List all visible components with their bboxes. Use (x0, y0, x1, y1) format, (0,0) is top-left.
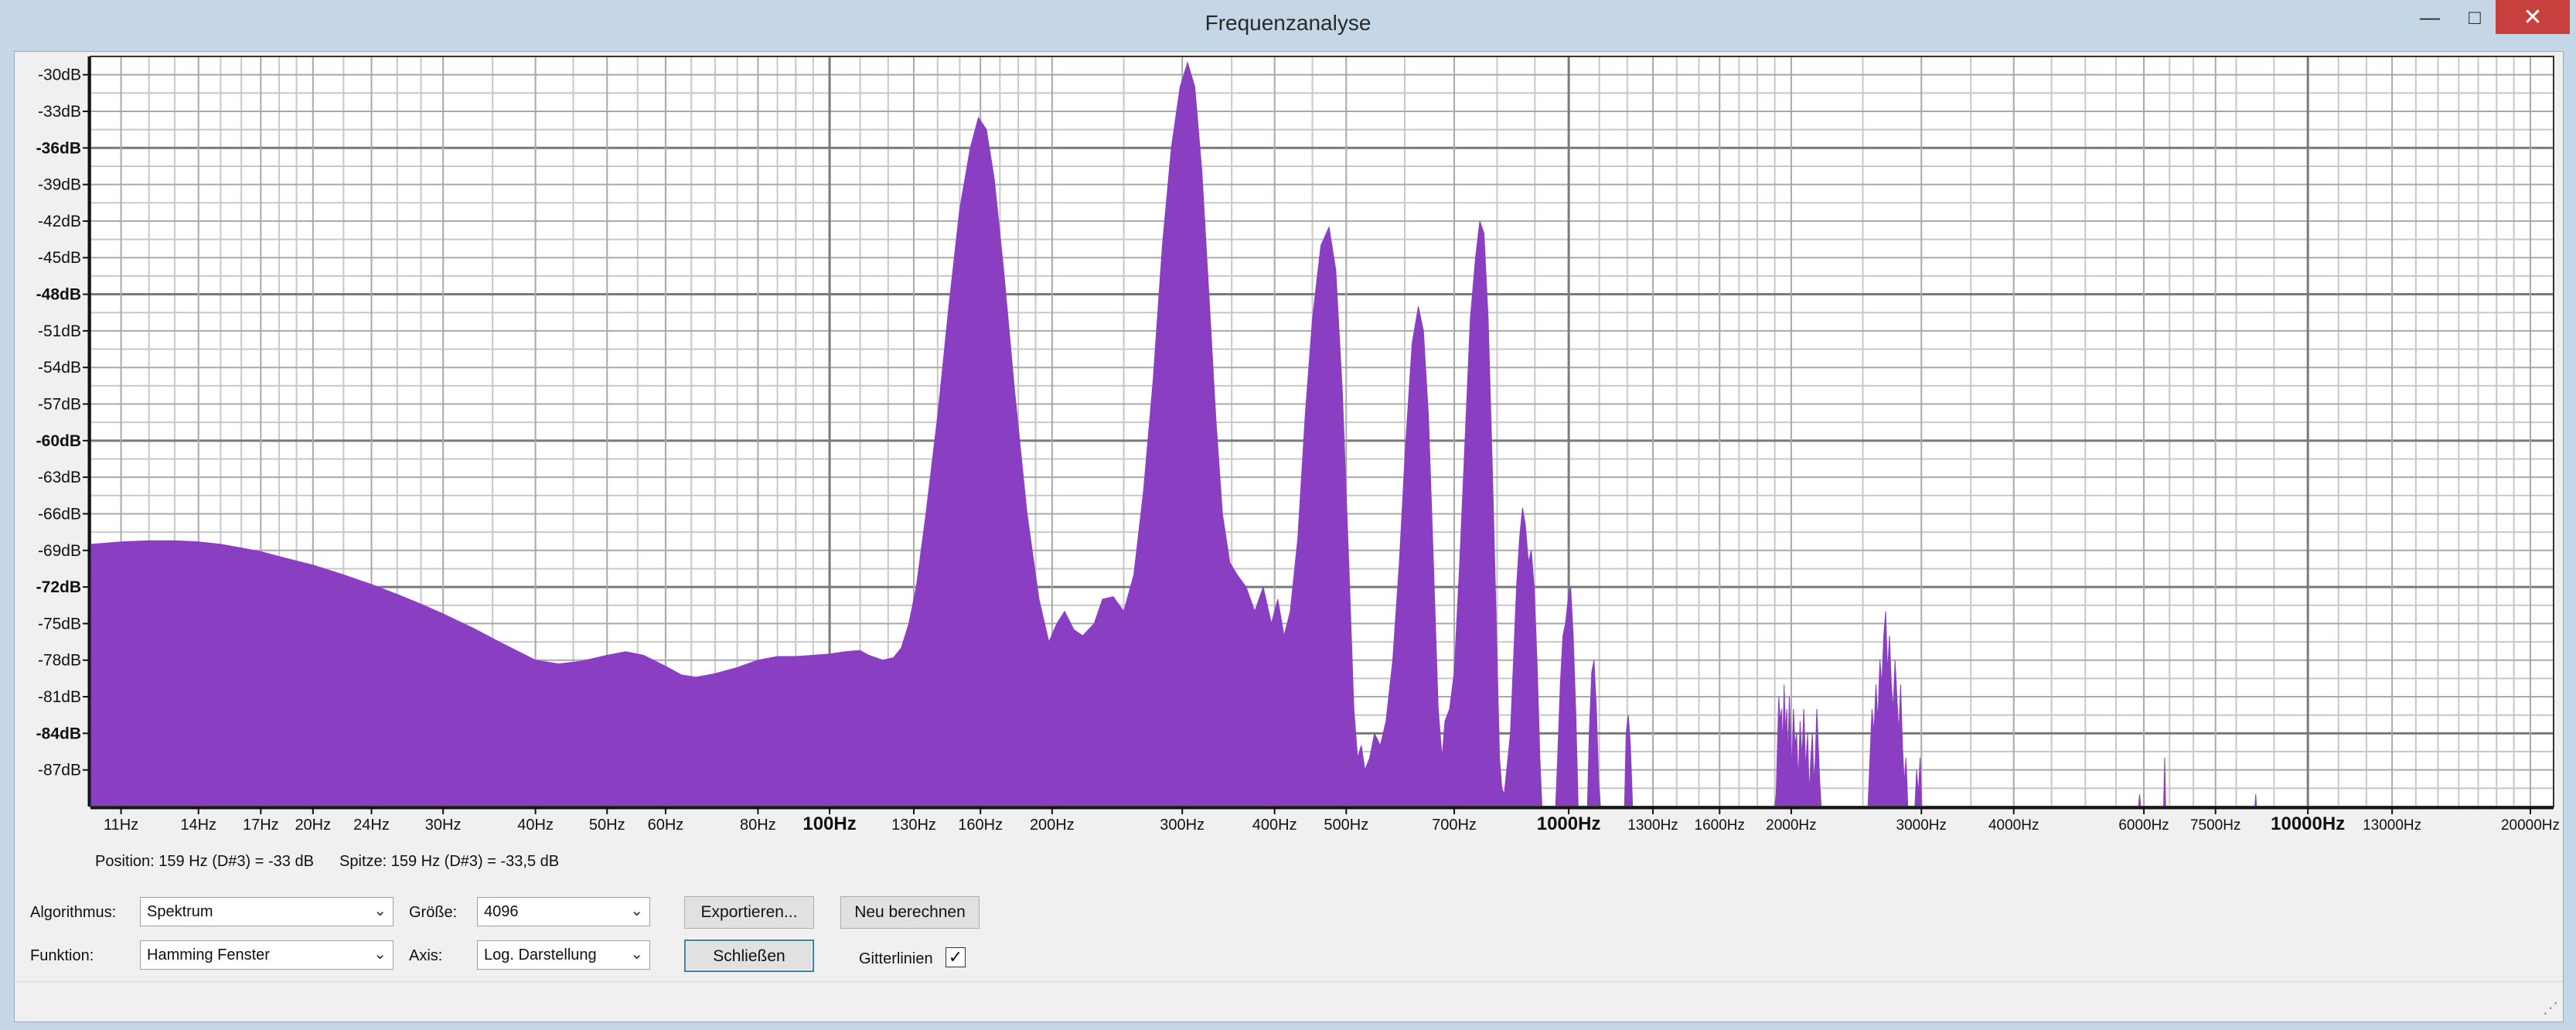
algorithm-value: Spektrum (147, 903, 213, 920)
y-tick-label: -63dB (38, 469, 81, 486)
chevron-down-icon: ⌄ (630, 902, 643, 919)
x-tick-label: 1000Hz (1537, 813, 1601, 834)
x-tick-label: 700Hz (1432, 817, 1477, 834)
maximize-button[interactable]: □ (2455, 0, 2494, 34)
axis-select[interactable]: Log. Darstellung ⌄ (477, 940, 650, 970)
x-tick-label: 130Hz (891, 817, 936, 834)
x-tick-label: 20000Hz (2501, 817, 2560, 834)
check-icon: ✓ (948, 947, 963, 967)
algorithm-select[interactable]: Spektrum ⌄ (140, 897, 394, 926)
function-label: Funktion: (30, 947, 94, 964)
title-bar: Frequenzanalyse — □ ✕ (0, 0, 2576, 51)
y-tick-label: -87dB (38, 762, 81, 779)
x-tick-label: 13000Hz (2363, 817, 2421, 834)
x-tick-label: 500Hz (1324, 817, 1368, 834)
gridlines-checkbox[interactable]: ✓ (946, 947, 966, 967)
window-title: Frequenzanalyse (1205, 11, 1371, 35)
x-tick-label: 100Hz (802, 813, 856, 834)
x-tick-label: 6000Hz (2118, 817, 2169, 834)
axis-value: Log. Darstellung (484, 946, 597, 963)
size-select[interactable]: 4096 ⌄ (477, 897, 650, 926)
peak-readout: Spitze: 159 Hz (D#3) = -33,5 dB (339, 853, 560, 870)
status-bar: ⋰ (15, 981, 2563, 1021)
x-tick-label: 80Hz (740, 817, 776, 834)
close-button[interactable]: Schließen (684, 940, 814, 972)
y-tick-label: -72dB (36, 578, 81, 596)
x-tick-label: 60Hz (648, 817, 684, 834)
y-tick-label: -48dB (36, 286, 81, 304)
x-tick-label: 20Hz (295, 817, 331, 834)
minimize-button[interactable]: — (2411, 0, 2449, 34)
gridlines-label: Gitterlinien (859, 950, 933, 967)
y-tick-label: -54dB (38, 359, 81, 377)
x-tick-label: 30Hz (425, 817, 462, 834)
recalculate-button[interactable]: Neu berechnen (840, 896, 980, 929)
x-tick-label: 24Hz (353, 817, 390, 834)
y-tick-label: -36dB (36, 139, 81, 157)
x-tick-label: 40Hz (517, 817, 554, 834)
x-tick-label: 1300Hz (1627, 817, 1678, 834)
chevron-down-icon: ⌄ (630, 946, 643, 963)
y-tick-label: -69dB (38, 542, 81, 560)
function-select[interactable]: Hamming Fenster ⌄ (140, 940, 394, 970)
size-label: Größe: (409, 904, 458, 921)
x-tick-label: 10000Hz (2271, 813, 2345, 834)
y-tick-label: -39dB (38, 176, 81, 194)
x-tick-label: 400Hz (1252, 817, 1297, 834)
axis-label: Axis: (409, 947, 443, 964)
chevron-down-icon: ⌄ (373, 946, 387, 963)
spectrum-chart[interactable]: -30dB -33dB -36dB -39dB -42dB -45dB -48dB -51dB… (15, 52, 2563, 867)
x-tick-label: 200Hz (1030, 817, 1075, 834)
y-tick-label: -33dB (38, 103, 81, 121)
y-tick-label: -42dB (38, 213, 81, 230)
close-window-button[interactable]: ✕ (2496, 0, 2570, 34)
y-tick-label: -45dB (38, 249, 81, 267)
resize-grip-icon[interactable]: ⋰ (2543, 998, 2558, 1018)
function-value: Hamming Fenster (147, 946, 270, 963)
x-tick-label: 50Hz (589, 817, 625, 834)
x-tick-label: 14Hz (180, 817, 216, 834)
y-tick-label: -78dB (38, 652, 81, 670)
x-tick-label: 300Hz (1160, 817, 1205, 834)
spectrum-plot-area[interactable]: -30dB -33dB -36dB -39dB -42dB -45dB -48dB -51dB… (15, 52, 2563, 867)
x-tick-label: 2000Hz (1766, 817, 1817, 834)
x-tick-label: 1600Hz (1695, 817, 1746, 834)
y-tick-label: -66dB (38, 505, 81, 523)
x-tick-label: 7500Hz (2190, 817, 2241, 834)
cursor-readout: Position: 159 Hz (D#3) = -33 dB Spitze: … (95, 853, 559, 871)
y-tick-label: -57dB (38, 396, 81, 414)
size-value: 4096 (484, 903, 519, 920)
chevron-down-icon: ⌄ (373, 902, 387, 919)
y-tick-label: -84dB (36, 725, 81, 742)
dialog-client: -30dB -33dB -36dB -39dB -42dB -45dB -48dB -51dB… (14, 51, 2564, 1022)
y-tick-label: -51dB (38, 322, 81, 340)
y-tick-label: -75dB (38, 615, 81, 633)
x-tick-label: 11Hz (104, 817, 138, 834)
x-tick-label: 160Hz (958, 817, 1003, 834)
y-tick-label: -30dB (38, 67, 81, 84)
position-readout: Position: 159 Hz (D#3) = -33 dB (95, 853, 314, 870)
x-tick-label: 3000Hz (1896, 817, 1947, 834)
y-tick-label: -81dB (38, 688, 81, 706)
x-tick-label: 17Hz (243, 817, 279, 834)
x-tick-label: 4000Hz (1988, 817, 2039, 834)
export-button[interactable]: Exportieren... (684, 896, 814, 929)
algorithm-label: Algorithmus: (30, 904, 117, 921)
y-tick-label: -60dB (36, 432, 81, 450)
